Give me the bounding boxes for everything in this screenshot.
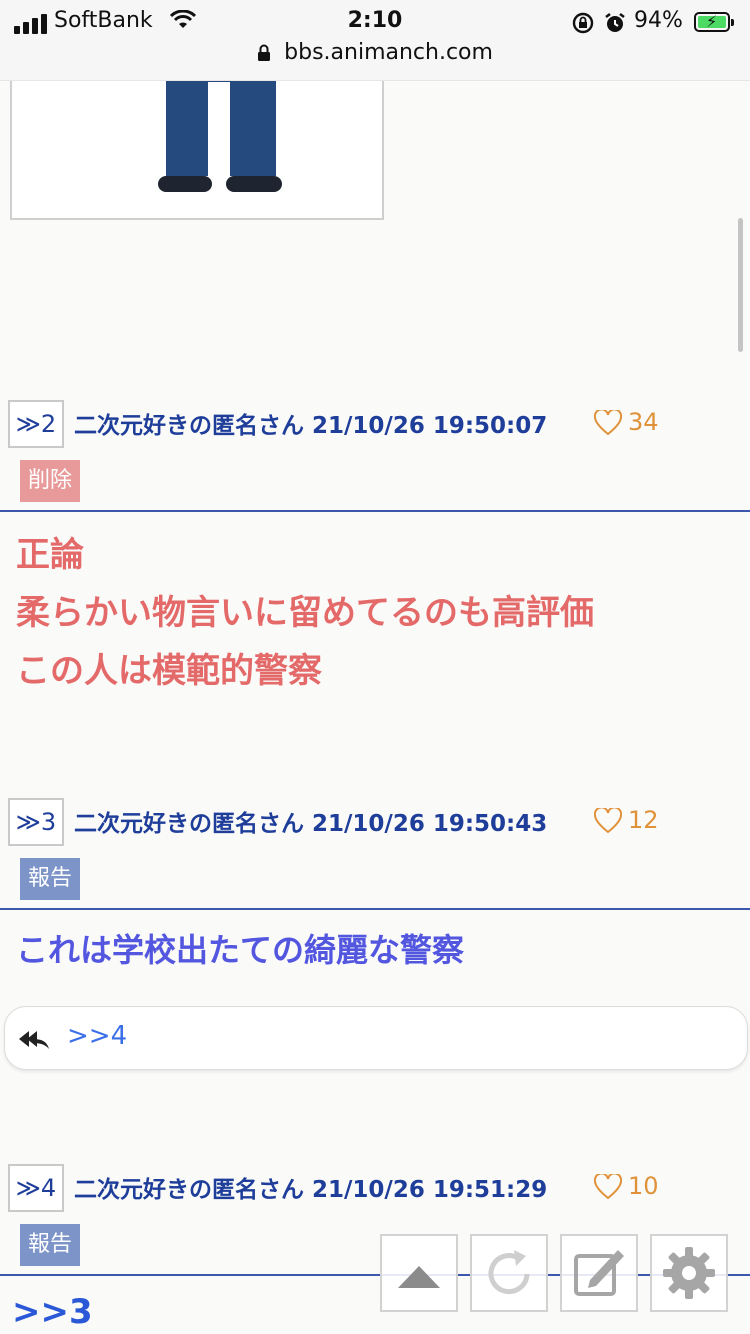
- like-count: 10: [628, 1172, 659, 1200]
- post-body: これは学校出たての綺麗な警察: [16, 931, 465, 969]
- report-button[interactable]: 報告: [20, 1224, 80, 1266]
- status-bar: SoftBank 2:10 94% ⚡ bbs.animanch.com: [0, 0, 750, 81]
- like-count: 12: [628, 806, 659, 834]
- delete-button[interactable]: 削除: [20, 460, 80, 502]
- heart-icon: [593, 1172, 623, 1200]
- reload-button[interactable]: [470, 1234, 548, 1312]
- compose-icon: [574, 1250, 624, 1296]
- compose-button[interactable]: [560, 1234, 638, 1312]
- reply-all-icon: [19, 1031, 49, 1049]
- poster-name: 二次元好きの匿名さん: [74, 413, 304, 439]
- res-number-button[interactable]: ≫3: [8, 798, 64, 846]
- post-divider: [0, 908, 750, 910]
- post-header: ≫2 二次元好きの匿名さん 21/10/26 19:50:07 34: [8, 400, 750, 452]
- res-number-button[interactable]: ≫2: [8, 400, 64, 448]
- post-header: ≫4 二次元好きの匿名さん 21/10/26 19:51:29 10: [8, 1164, 750, 1216]
- post-header: ≫3 二次元好きの匿名さん 21/10/26 19:50:43 12: [8, 798, 750, 850]
- res-number-button[interactable]: ≫4: [8, 1164, 64, 1212]
- person-illustration: [158, 72, 282, 192]
- battery-icon: ⚡: [694, 12, 734, 32]
- heart-icon: [593, 408, 623, 436]
- battery-percent: 94%: [634, 8, 683, 33]
- like-count: 34: [628, 408, 659, 436]
- poster-name: 二次元好きの匿名さん: [74, 811, 304, 837]
- post-datetime: 21/10/26 19:50:43: [312, 811, 548, 837]
- scroll-top-button[interactable]: [380, 1234, 458, 1312]
- post-image[interactable]: [10, 70, 384, 220]
- replies-bar[interactable]: >>4: [4, 1006, 748, 1070]
- post-datetime: 21/10/26 19:50:07: [312, 413, 548, 439]
- heart-icon: [593, 806, 623, 834]
- like-button[interactable]: 34: [593, 408, 659, 436]
- address-bar[interactable]: bbs.animanch.com: [0, 40, 750, 70]
- triangle-up-icon: [398, 1266, 440, 1288]
- reload-icon: [488, 1250, 530, 1295]
- url-text: bbs.animanch.com: [284, 40, 493, 65]
- post-divider: [0, 510, 750, 512]
- rotation-lock-icon: [572, 12, 594, 34]
- report-button[interactable]: 報告: [20, 858, 80, 900]
- post-datetime: 21/10/26 19:51:29: [312, 1177, 548, 1203]
- alarm-icon: [605, 13, 625, 32]
- post-body: 正論 柔らかい物言いに留めてるのも高評価 この人は模範的警察: [16, 535, 594, 691]
- lock-icon: [258, 44, 271, 61]
- poster-name: 二次元好きの匿名さん: [74, 1177, 304, 1203]
- like-button[interactable]: 12: [593, 806, 659, 834]
- settings-button[interactable]: [650, 1234, 728, 1312]
- gear-icon: [663, 1247, 715, 1299]
- reply-link[interactable]: >>4: [67, 1021, 127, 1051]
- anchor-link[interactable]: >>3: [12, 1292, 93, 1332]
- scrollbar[interactable]: [738, 218, 743, 352]
- like-button[interactable]: 10: [593, 1172, 659, 1200]
